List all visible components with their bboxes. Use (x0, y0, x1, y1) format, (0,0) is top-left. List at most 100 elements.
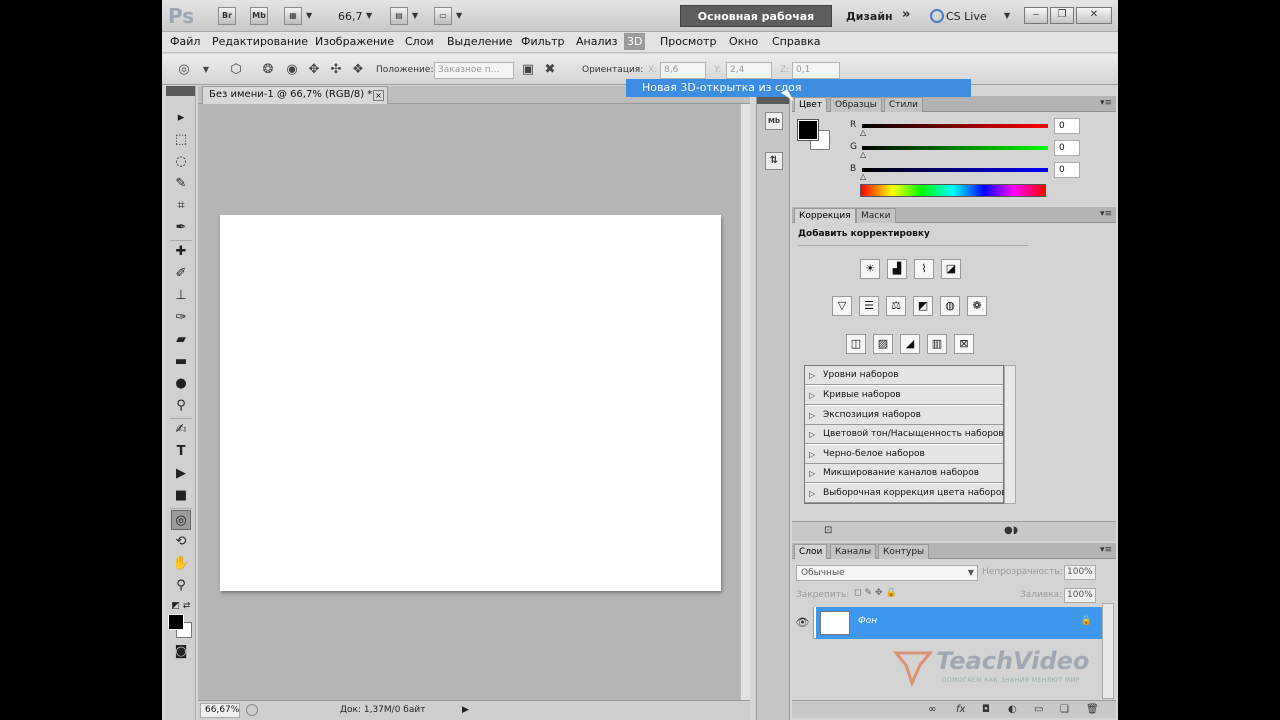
g-value-field[interactable]: 0 (1054, 140, 1080, 156)
screen-mode-icon[interactable]: ▭ (434, 7, 452, 25)
3d-roll-icon[interactable]: ◉ (284, 62, 300, 78)
tab-masks[interactable]: Маски (856, 208, 896, 223)
list-item[interactable]: ▷ Цветовой тон/Насыщенность наборов (805, 425, 1004, 444)
chevron-down-icon[interactable]: ▼ (198, 62, 214, 78)
threshold-icon[interactable]: ◢ (900, 334, 920, 354)
status-info-icon[interactable] (246, 704, 258, 716)
move-tool-icon[interactable]: ▸ (171, 108, 191, 128)
g-slider[interactable] (862, 146, 1048, 150)
crop-tool-icon[interactable]: ⌗ (171, 196, 191, 216)
3d-slide-icon[interactable]: ✣ (328, 62, 344, 78)
b-slider[interactable] (862, 168, 1048, 172)
document-canvas-area[interactable] (198, 104, 740, 700)
curves-icon[interactable]: ⌇ (914, 259, 934, 279)
list-item[interactable]: ▷ Микширование каналов наборов (805, 464, 1003, 483)
delete-layer-icon[interactable]: 🗑 (1086, 704, 1099, 715)
default-colors-icon[interactable]: ◩ ⇄ (171, 596, 191, 616)
adjustment-layer-icon[interactable]: ◐ (1008, 704, 1017, 715)
save-position-icon[interactable]: ▣ (520, 62, 536, 78)
3d-panel-icon[interactable]: ⇅ (765, 152, 783, 170)
path-selection-tool-icon[interactable]: ▶ (171, 464, 191, 484)
panel-menu-icon[interactable]: ▾≡ (1100, 98, 1112, 108)
tab-layers[interactable]: Слои (794, 544, 828, 559)
minibridge-panel-button[interactable]: Mb (765, 112, 783, 130)
menu-3d[interactable]: 3D (624, 33, 646, 50)
more-workspaces-icon[interactable]: » (902, 7, 910, 25)
tab-adjustments[interactable]: Коррекция (794, 208, 856, 223)
visibility-eye-icon[interactable]: 👁 (792, 607, 814, 639)
menu-item-new-3d-postcard[interactable]: Новая 3D-открытка из слоя (626, 79, 971, 97)
panel-menu-icon[interactable]: ▾≡ (1100, 209, 1112, 219)
exposure-icon[interactable]: ◪ (941, 259, 961, 279)
lasso-tool-icon[interactable]: ◌ (171, 152, 191, 172)
disclosure-triangle-icon[interactable]: ▷ (809, 425, 815, 444)
gradient-map-icon[interactable]: ▥ (927, 334, 947, 354)
menu-help[interactable]: Справка (772, 35, 820, 48)
tab-swatches[interactable]: Образцы (830, 97, 882, 112)
chevron-down-icon[interactable]: ▼ (366, 11, 372, 29)
color-spectrum[interactable] (860, 184, 1046, 197)
return-to-list-icon[interactable]: ⊡ (824, 525, 832, 536)
menu-select[interactable]: Выделение (447, 35, 513, 48)
levels-icon[interactable]: ▟ (887, 259, 907, 279)
brush-tool-icon[interactable]: ✐ (171, 264, 191, 284)
layer-style-icon[interactable]: fx (956, 704, 965, 715)
layers-scrollbar[interactable] (1102, 603, 1114, 699)
tab-color[interactable]: Цвет (794, 97, 828, 112)
list-item[interactable]: ▷ Экспозиция наборов (805, 406, 1003, 425)
close-icon[interactable]: × (373, 90, 384, 101)
menu-layers[interactable]: Слои (405, 35, 434, 48)
3d-pan-icon[interactable]: ✥ (306, 62, 322, 78)
foreground-color-swatch[interactable] (168, 614, 184, 630)
pen-tool-icon[interactable]: ✍ (171, 420, 191, 440)
marquee-tool-icon[interactable]: ⬚ (171, 130, 191, 150)
tools-panel-header[interactable] (166, 86, 195, 96)
brightness-contrast-icon[interactable]: ☀ (860, 259, 880, 279)
minimize-button[interactable]: ‒ (1024, 7, 1048, 24)
new-group-icon[interactable]: ▭ (1034, 704, 1043, 715)
chevron-down-icon[interactable]: ▼ (412, 11, 418, 29)
menu-file[interactable]: Файл (170, 35, 200, 48)
x-orientation-field[interactable]: 8,6 (660, 62, 706, 79)
menu-view[interactable]: Просмотр (660, 35, 716, 48)
tab-paths[interactable]: Контуры (878, 544, 930, 559)
clip-to-layer-icon[interactable]: ●◗ (1004, 525, 1018, 536)
workspace-design-button[interactable]: Дизайн (846, 10, 893, 28)
3d-rotate-icon[interactable]: ❂ (260, 62, 276, 78)
chevron-down-icon[interactable]: ▼ (1004, 11, 1010, 29)
black-white-icon[interactable]: ◩ (913, 296, 933, 316)
vertical-scrollbar[interactable] (740, 104, 750, 700)
g-slider-thumb-icon[interactable]: △ (860, 150, 866, 159)
delete-position-icon[interactable]: ✖ (542, 62, 558, 78)
3d-object-icon[interactable]: ⬡ (228, 62, 244, 78)
gradient-tool-icon[interactable]: ▬ (171, 352, 191, 372)
fill-field[interactable]: 100% (1064, 588, 1096, 603)
cslive-menu[interactable]: CS Live (946, 10, 987, 28)
maximize-button[interactable]: ❐ (1050, 7, 1074, 24)
list-item[interactable]: ▷ Уровни наборов (805, 366, 1003, 385)
z-orientation-field[interactable]: 0,1 (792, 62, 840, 79)
rectangle-tool-icon[interactable]: ■ (171, 486, 191, 506)
tab-channels[interactable]: Каналы (830, 544, 877, 559)
tab-styles[interactable]: Стили (884, 97, 923, 112)
eraser-tool-icon[interactable]: ▰ (171, 330, 191, 350)
quick-selection-tool-icon[interactable]: ✎ (171, 174, 191, 194)
b-slider-thumb-icon[interactable]: △ (860, 172, 866, 181)
document-canvas[interactable] (220, 215, 721, 591)
vibrance-icon[interactable]: ▽ (832, 296, 852, 316)
3d-camera-tool-icon[interactable]: ⟲ (171, 532, 191, 552)
photo-filter-icon[interactable]: ◍ (940, 296, 960, 316)
healing-brush-tool-icon[interactable]: ✚ (171, 242, 191, 262)
minibridge-button[interactable]: Mb (250, 7, 268, 25)
panel-menu-icon[interactable]: ▾≡ (1100, 545, 1112, 555)
position-select[interactable]: Заказное п... (434, 62, 514, 79)
selective-color-icon[interactable]: ⊠ (954, 334, 974, 354)
3d-tool-preset-icon[interactable]: ◎ (176, 62, 192, 78)
posterize-icon[interactable]: ▨ (873, 334, 893, 354)
r-value-field[interactable]: 0 (1054, 118, 1080, 134)
zoom-tool-icon[interactable]: ⚲ (171, 576, 191, 596)
3d-scale-icon[interactable]: ❖ (350, 62, 366, 78)
presets-scrollbar[interactable] (1004, 365, 1016, 504)
layer-row[interactable]: 👁 Фон 🔒 (792, 607, 1102, 639)
color-balance-icon[interactable]: ⚖ (886, 296, 906, 316)
